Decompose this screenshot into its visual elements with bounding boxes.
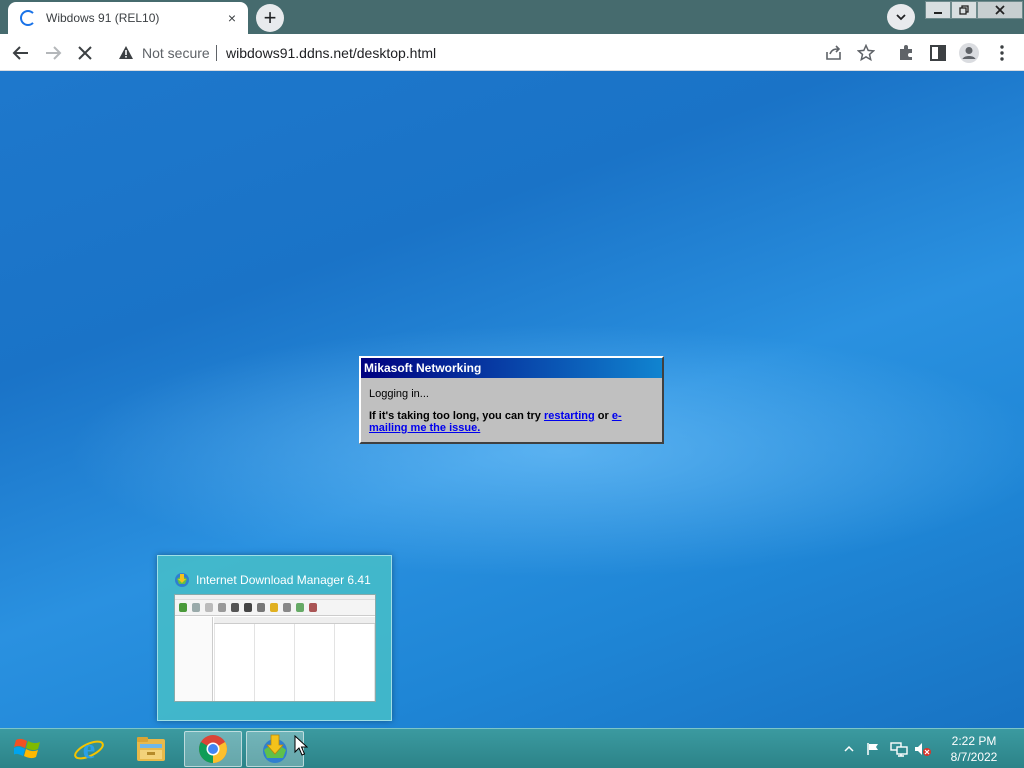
taskbar-app-file-explorer[interactable] — [122, 731, 180, 767]
new-tab-button[interactable]: + — [256, 4, 284, 32]
taskbar-clock[interactable]: 2:22 PM 8/7/2022 — [946, 733, 1002, 765]
dialog-body: Logging in... If it's taking too long, y… — [361, 378, 662, 434]
profile-icon — [959, 43, 979, 63]
address-bar[interactable]: Not secure wibdows91.ddns.net/desktop.ht… — [106, 37, 882, 67]
dialog-help-text: If it's taking too long, you can try res… — [369, 410, 654, 434]
tab-search-button[interactable] — [887, 4, 915, 30]
thumb-download-list — [214, 617, 375, 701]
taskbar-thumbnail-preview[interactable]: Internet Download Manager 6.41 — [157, 555, 392, 721]
chrome-icon — [199, 735, 227, 763]
action-center-flag-icon — [867, 743, 878, 755]
browser-toolbar: Not secure wibdows91.ddns.net/desktop.ht… — [0, 34, 1024, 71]
menu-icon — [1000, 45, 1004, 61]
clock-time: 2:22 PM — [951, 734, 997, 748]
browser-tabstrip: Wibdows 91 (REL10) × + — [0, 0, 1024, 34]
extensions-button[interactable] — [895, 42, 917, 64]
mouse-cursor-icon — [294, 735, 308, 756]
stop-button[interactable] — [74, 42, 96, 64]
networking-dialog: Mikasoft Networking Logging in... If it'… — [359, 356, 664, 444]
back-icon — [12, 46, 28, 60]
share-icon — [826, 45, 841, 60]
address-separator — [216, 45, 217, 61]
volume-muted-icon — [915, 743, 931, 756]
share-button[interactable] — [823, 42, 845, 64]
minimize-icon — [934, 12, 942, 14]
thumb-category-tree — [175, 617, 213, 701]
back-button[interactable] — [10, 42, 32, 64]
side-panel-button[interactable] — [927, 42, 949, 64]
window-close-button[interactable] — [977, 1, 1023, 19]
stop-icon — [78, 46, 92, 60]
warning-icon[interactable] — [118, 45, 134, 60]
dialog-status: Logging in... — [369, 388, 429, 400]
clock-date: 8/7/2022 — [950, 750, 998, 764]
idm-window-thumbnail[interactable] — [174, 594, 376, 702]
show-hidden-icons-icon — [844, 745, 854, 752]
loading-spinner-icon — [20, 10, 36, 26]
restart-link[interactable]: restarting — [544, 410, 595, 422]
volume-button[interactable] — [914, 729, 932, 768]
forward-icon — [46, 46, 62, 60]
window-restore-button[interactable] — [951, 1, 977, 19]
browser-tab[interactable]: Wibdows 91 (REL10) × — [8, 2, 248, 34]
folder-icon — [137, 737, 165, 761]
taskbar-app-chrome[interactable] — [184, 731, 242, 767]
url-text[interactable]: wibdows91.ddns.net/desktop.html — [226, 45, 436, 61]
tab-title: Wibdows 91 (REL10) — [46, 11, 160, 25]
show-hidden-icons-button[interactable] — [844, 729, 854, 768]
restore-icon — [959, 5, 969, 15]
svg-text:e: e — [83, 734, 95, 765]
desktop[interactable]: Mikasoft Networking Logging in... If it'… — [0, 71, 1024, 728]
thumb-toolbar — [175, 600, 375, 616]
preview-title: Internet Download Manager 6.41 — [196, 573, 371, 587]
taskbar-app-internet-explorer[interactable]: e — [60, 731, 118, 767]
help-middle: or — [594, 410, 612, 422]
browser-menu-button[interactable] — [991, 42, 1013, 64]
network-button[interactable] — [890, 729, 908, 768]
help-prefix: If it's taking too long, you can try — [369, 410, 544, 422]
chevron-down-icon — [896, 14, 906, 21]
profile-button[interactable] — [958, 42, 980, 64]
window-minimize-button[interactable] — [925, 1, 951, 19]
forward-button[interactable] — [42, 42, 64, 64]
dialog-title[interactable]: Mikasoft Networking — [361, 358, 662, 378]
bookmark-button[interactable] — [855, 42, 877, 64]
preview-header: Internet Download Manager 6.41 — [174, 572, 371, 588]
idm-icon — [263, 734, 287, 763]
action-center-button[interactable] — [866, 729, 880, 768]
start-button[interactable] — [4, 731, 52, 767]
star-icon — [857, 44, 875, 62]
tab-close-button[interactable]: × — [224, 10, 240, 26]
sidepanel-icon — [930, 45, 946, 61]
idm-icon — [175, 573, 189, 587]
windows-logo-icon — [14, 738, 40, 759]
extensions-icon — [900, 45, 912, 60]
taskbar: e 2:22 PM 8/7/2022 — [0, 728, 1024, 768]
security-status[interactable]: Not secure — [142, 45, 210, 61]
network-icon — [890, 742, 908, 757]
close-icon — [995, 5, 1005, 15]
internet-explorer-icon: e — [74, 734, 104, 765]
